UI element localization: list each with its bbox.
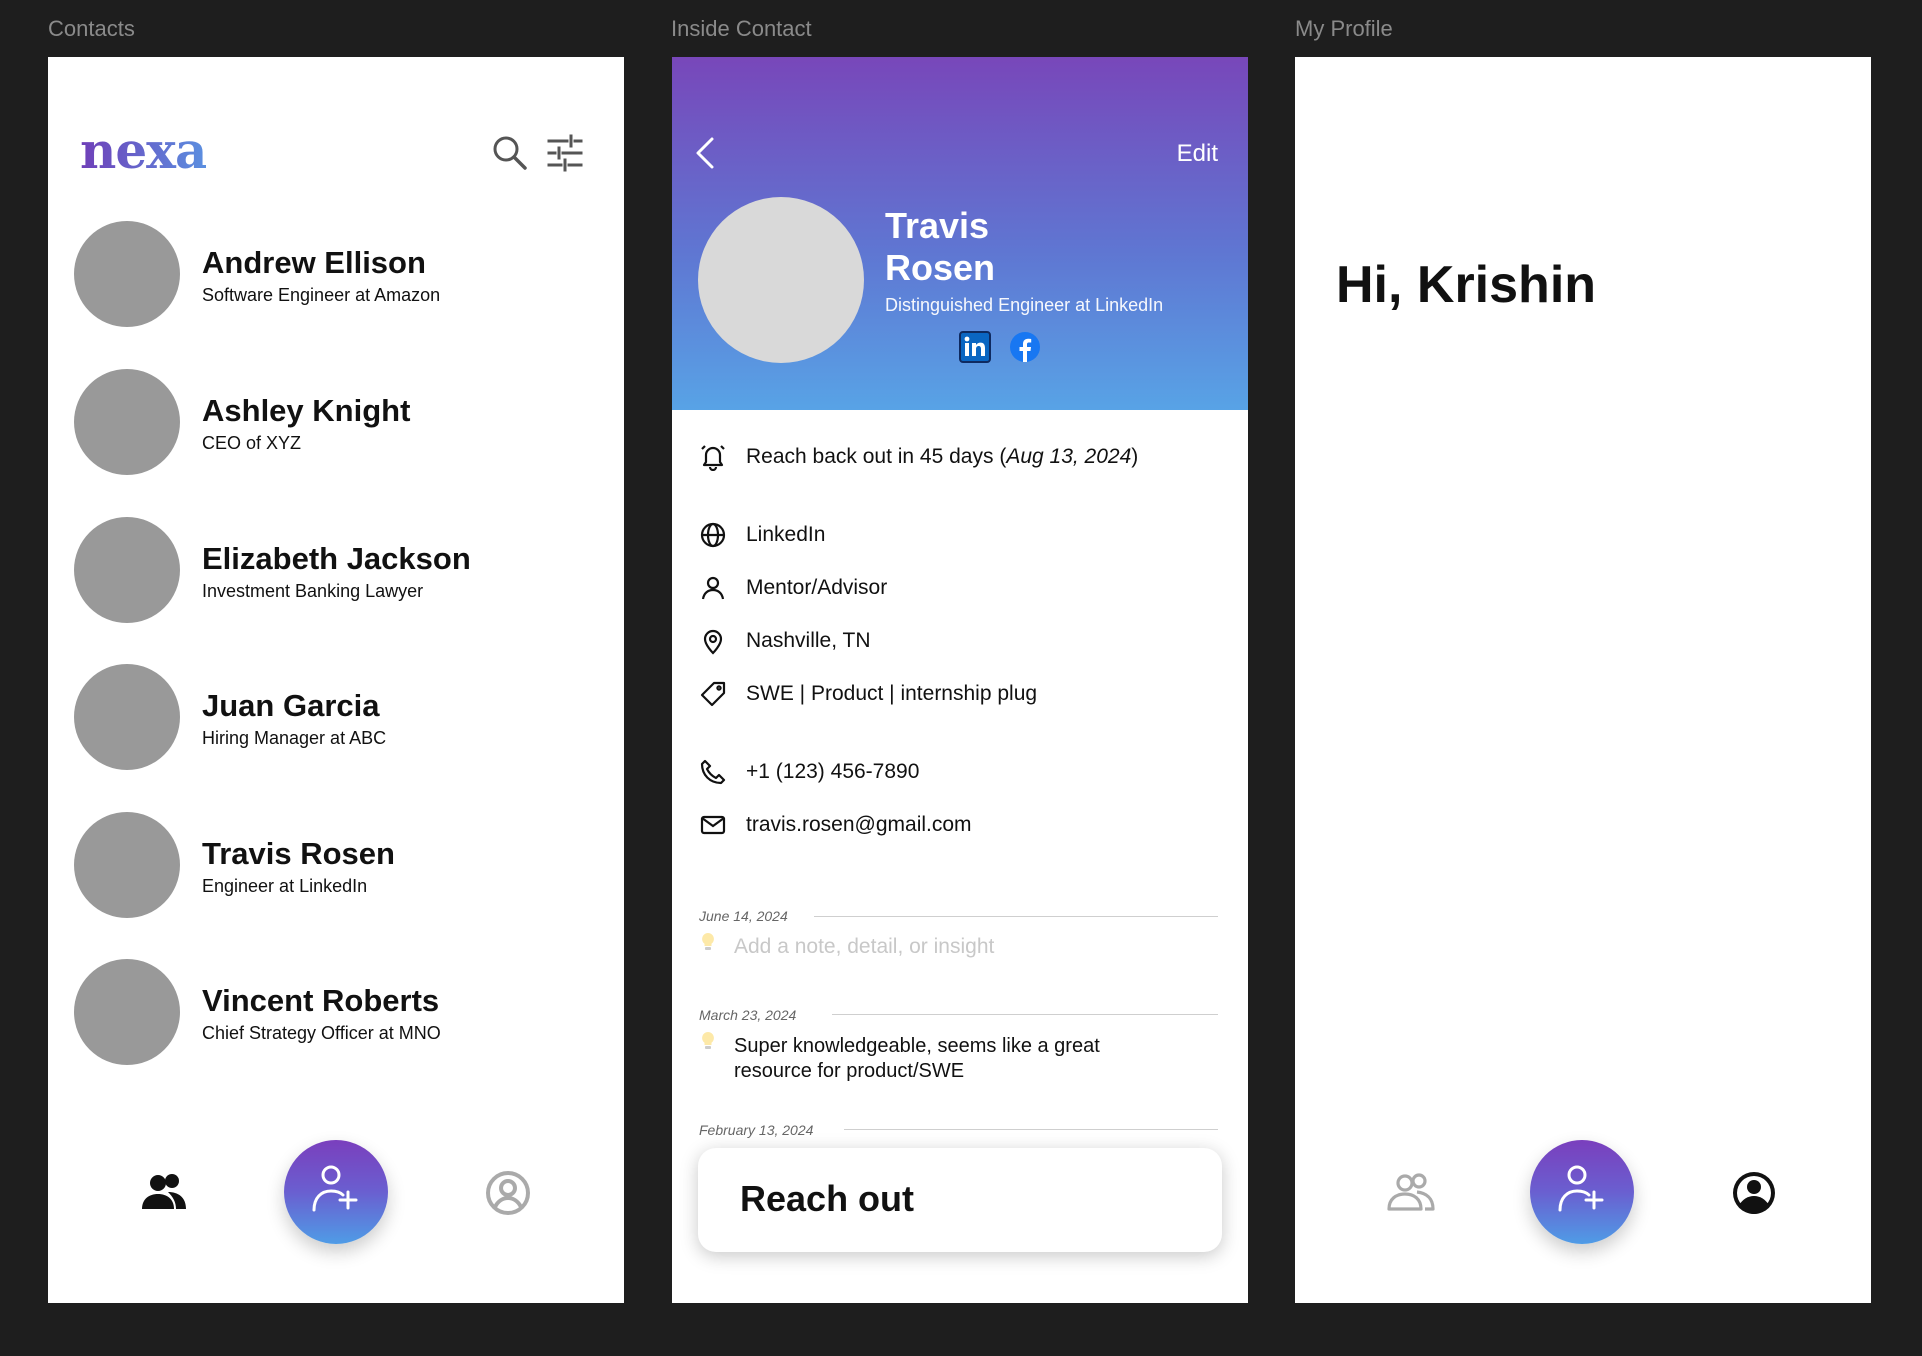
- contact-title: Engineer at LinkedIn: [202, 876, 368, 896]
- avatar: [74, 517, 180, 623]
- contact-item[interactable]: Travis Rosen Engineer at LinkedIn: [74, 812, 594, 918]
- relationship-row: Mentor/Advisor: [699, 572, 1219, 606]
- reach-out-button[interactable]: Reach out: [698, 1148, 1222, 1252]
- contact-item[interactable]: Andrew Ellison Software Engineer at Amaz…: [74, 221, 594, 327]
- reminder-suffix: ): [1131, 445, 1139, 468]
- contact-title: Investment Banking Lawyer: [202, 581, 424, 601]
- add-contact-button[interactable]: [1530, 1140, 1634, 1244]
- avatar: [698, 197, 864, 363]
- contact-name: Travis Rosen: [885, 205, 1085, 289]
- first-name: Travis: [885, 205, 990, 246]
- contacts-screen: nexa Andrew Ellison Software Engineer at…: [48, 57, 624, 1303]
- reach-out-label: Reach out: [740, 1178, 915, 1219]
- contact-header: Edit Travis Rosen Distinguished Engineer…: [672, 57, 1248, 410]
- contact-item[interactable]: Vincent Roberts Chief Strategy Officer a…: [74, 959, 594, 1065]
- lightbulb-icon: [702, 1032, 714, 1049]
- contact-item[interactable]: Elizabeth Jackson Investment Banking Law…: [74, 517, 594, 623]
- note-divider: [814, 916, 1218, 917]
- person-icon: [701, 576, 725, 600]
- contact-item[interactable]: Ashley Knight CEO of XYZ: [74, 369, 594, 475]
- contact-title: Hiring Manager at ABC: [202, 728, 387, 748]
- contact-name: Vincent Roberts: [202, 983, 440, 1018]
- tag-icon: [700, 681, 726, 707]
- note-date: June 14, 2024: [699, 908, 788, 924]
- contact-name: Travis Rosen: [202, 836, 395, 871]
- add-contact-button[interactable]: [284, 1140, 388, 1244]
- contact-name: Juan Garcia: [202, 688, 380, 723]
- contact-title: Software Engineer at Amazon: [202, 285, 441, 305]
- reminder-date: Aug 13, 2024: [1006, 445, 1132, 468]
- lightbulb-icon: [702, 933, 714, 950]
- phone-row[interactable]: +1 (123) 456-7890: [699, 756, 1219, 790]
- tags-text: SWE | Product | internship plug: [746, 682, 1038, 705]
- email-row[interactable]: travis.rosen@gmail.com: [699, 809, 1219, 843]
- note-input[interactable]: Add a note, detail, or insight: [734, 935, 994, 959]
- globe-icon: [700, 522, 726, 548]
- contact-name: Elizabeth Jackson: [202, 541, 471, 576]
- avatar: [74, 812, 180, 918]
- profile-nav-icon[interactable]: [478, 1163, 538, 1223]
- tags-row: SWE | Product | internship plug: [699, 678, 1219, 712]
- avatar: [74, 959, 180, 1065]
- location-text: Nashville, TN: [746, 629, 871, 652]
- avatar: [74, 369, 180, 475]
- reminder-row[interactable]: Reach back out in 45 days (Aug 13, 2024): [699, 441, 1219, 475]
- back-chevron-icon[interactable]: [692, 133, 722, 173]
- email-text: travis.rosen@gmail.com: [746, 813, 972, 836]
- frame-label-inside-contact: Inside Contact: [671, 16, 812, 41]
- contact-detail-screen: Edit Travis Rosen Distinguished Engineer…: [672, 57, 1248, 1303]
- profile-nav-icon[interactable]: [1724, 1163, 1784, 1223]
- note-divider: [844, 1129, 1218, 1130]
- note-date: February 13, 2024: [699, 1122, 814, 1138]
- linkedin-icon[interactable]: [959, 331, 991, 363]
- contact-title: CEO of XYZ: [202, 433, 302, 453]
- frame-label-contacts: Contacts: [48, 16, 135, 41]
- facebook-icon[interactable]: [1009, 331, 1041, 363]
- edit-button[interactable]: Edit: [1177, 140, 1218, 168]
- add-person-icon: [312, 1165, 358, 1212]
- mail-icon: [700, 815, 726, 835]
- contacts-nav-icon[interactable]: [1381, 1163, 1441, 1223]
- note-divider: [832, 1014, 1218, 1015]
- reminder-prefix: Reach back out in 45 days (: [746, 445, 1007, 468]
- avatar: [74, 221, 180, 327]
- bell-icon: [701, 445, 725, 471]
- phone-text: +1 (123) 456-7890: [746, 760, 920, 783]
- relationship-text: Mentor/Advisor: [746, 576, 888, 599]
- contact-item[interactable]: Juan Garcia Hiring Manager at ABC: [74, 664, 594, 770]
- avatar: [74, 664, 180, 770]
- greeting: Hi, Krishin: [1336, 256, 1597, 314]
- app-logo: nexa: [80, 121, 207, 180]
- contact-name: Andrew Ellison: [202, 245, 426, 280]
- last-name: Rosen: [885, 247, 996, 288]
- profile-screen: Hi, Krishin: [1295, 57, 1871, 1303]
- phone-icon: [700, 759, 726, 785]
- filter-sliders-icon[interactable]: [545, 133, 585, 173]
- location-pin-icon: [703, 629, 723, 655]
- contact-title: Distinguished Engineer at LinkedIn: [885, 295, 1164, 315]
- contact-name: Ashley Knight: [202, 393, 411, 428]
- contact-title: Chief Strategy Officer at MNO: [202, 1023, 441, 1043]
- source-row: LinkedIn: [699, 519, 1219, 553]
- frame-label-my-profile: My Profile: [1295, 16, 1393, 41]
- source-text: LinkedIn: [746, 523, 826, 546]
- location-row: Nashville, TN: [699, 625, 1219, 659]
- note-date: March 23, 2024: [699, 1007, 797, 1023]
- contacts-nav-icon[interactable]: [134, 1163, 194, 1223]
- note-text: Super knowledgeable, seems like a great …: [734, 1035, 1100, 1082]
- reminder-text: Reach back out in 45 days (Aug 13, 2024): [746, 445, 1138, 469]
- search-icon[interactable]: [490, 133, 530, 173]
- add-person-icon: [1558, 1165, 1604, 1212]
